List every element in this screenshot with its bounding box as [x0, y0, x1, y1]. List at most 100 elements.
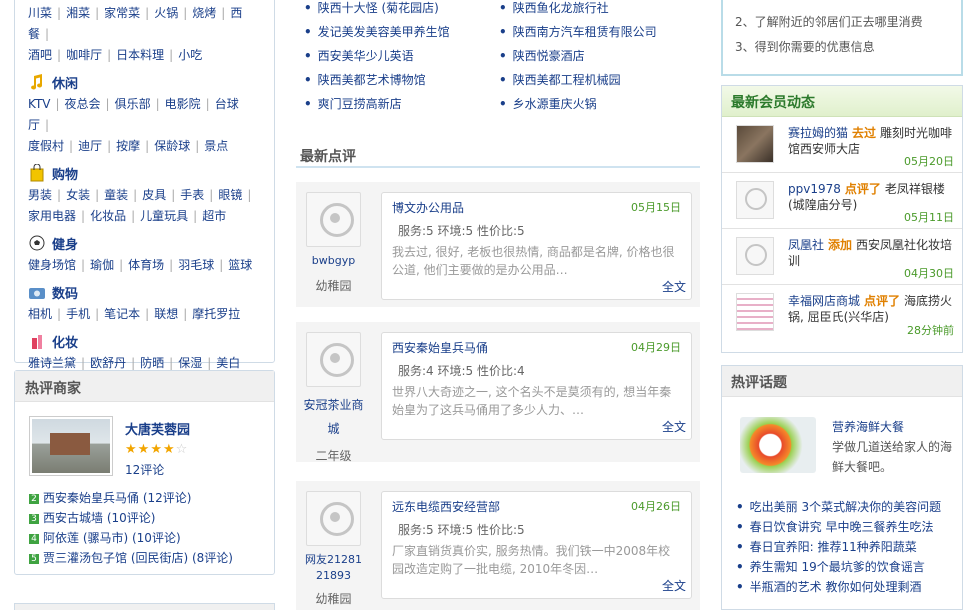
category-link[interactable]: 俱乐部 — [115, 97, 151, 111]
merchant-link[interactable]: 西安美华少儿英语 — [318, 49, 414, 63]
category-link[interactable]: KTV — [28, 97, 50, 111]
review-merchant[interactable]: 博文办公用品 — [392, 199, 464, 216]
category-link[interactable]: 咖啡厅 — [66, 48, 102, 62]
merchant-link[interactable]: 西安古城墙 (10评论) — [43, 511, 155, 525]
category-link[interactable]: 湘菜 — [66, 6, 90, 20]
review-user[interactable]: 安冠茶业商城 — [302, 393, 365, 441]
separator: | — [119, 258, 124, 272]
category-link[interactable]: 摩托罗拉 — [192, 307, 240, 321]
category-link[interactable]: 女装 — [66, 188, 90, 202]
category-link[interactable]: 家常菜 — [104, 6, 140, 20]
topic-title[interactable]: 营养海鲜大餐 — [832, 417, 958, 437]
merchant-link[interactable]: 发记美发美容美甲养生馆 — [318, 25, 450, 39]
category-link[interactable]: 篮球 — [228, 258, 252, 272]
category-link[interactable]: 欧舒丹 — [90, 356, 126, 370]
user-avatar[interactable] — [306, 332, 361, 387]
category-title[interactable]: 数码 — [52, 283, 78, 302]
user-avatar[interactable] — [736, 237, 774, 275]
activity-user[interactable]: 幸福网店商城 — [788, 294, 860, 308]
category-link[interactable]: 男装 — [28, 188, 52, 202]
category-link[interactable]: 体育场 — [128, 258, 164, 272]
category-link[interactable]: 美白 — [216, 356, 240, 370]
star-empty-icon: ☆ — [175, 442, 189, 457]
separator: | — [131, 356, 136, 370]
category-link[interactable]: 川菜 — [28, 6, 52, 20]
merchant-link[interactable]: 爽门豆捞高新店 — [318, 97, 402, 111]
category-link[interactable]: 保湿 — [178, 356, 202, 370]
category-link[interactable]: 儿童玩具 — [140, 209, 188, 223]
merchant-link[interactable]: 西安秦始皇兵马俑 (12评论) — [43, 491, 191, 505]
merchant-link[interactable]: 贾三灌汤包子馆 (回民街店) (8评论) — [43, 551, 233, 565]
user-avatar[interactable] — [306, 192, 361, 247]
category-link[interactable]: 童装 — [104, 188, 128, 202]
category-link[interactable]: 手机 — [66, 307, 90, 321]
category-link[interactable]: 羽毛球 — [178, 258, 214, 272]
merchant-link[interactable]: 阿依莲 (骡马市) (10评论) — [43, 531, 181, 545]
review-merchant[interactable]: 远东电缆西安经营部 — [392, 498, 500, 515]
merchant-rank-item[interactable]: 2 西安秦始皇兵马俑 (12评论) — [29, 488, 274, 508]
merchant-link[interactable]: 陕西美都艺术博物馆 — [318, 73, 426, 87]
category-link[interactable]: 景点 — [204, 139, 228, 153]
merchant-link[interactable]: 陕西十大怪 (菊花园店) — [318, 1, 439, 15]
category-title[interactable]: 休闲 — [52, 73, 78, 92]
full-text-link[interactable]: 全文 — [662, 418, 686, 435]
review-user[interactable]: 网友2128121893 — [302, 552, 365, 584]
topic-link[interactable]: 半瓶酒的艺术 教你如何处理剩酒 — [750, 580, 922, 594]
merchant-rank-item[interactable]: 5 贾三灌汤包子馆 (回民街店) (8评论) — [29, 548, 274, 568]
merchant-link[interactable]: 陕西鱼化龙旅行社 — [513, 1, 609, 15]
category-link[interactable]: 健身场馆 — [28, 258, 76, 272]
category-link[interactable]: 小吃 — [178, 48, 202, 62]
user-avatar[interactable] — [306, 491, 361, 546]
merchant-link[interactable]: 陕西美都工程机械园 — [513, 73, 621, 87]
review-merchant[interactable]: 西安秦始皇兵马俑 — [392, 339, 488, 356]
category-link[interactable]: 烧烤 — [192, 6, 216, 20]
activity-user[interactable]: 赛拉姆的猫 — [788, 126, 848, 140]
merchant-photo[interactable] — [29, 416, 113, 476]
full-text-link[interactable]: 全文 — [662, 278, 686, 295]
topic-image[interactable] — [740, 417, 816, 473]
user-avatar[interactable] — [736, 125, 774, 163]
topic-link[interactable]: 春日宜养阳: 推荐11种养阳蔬菜 — [750, 540, 917, 554]
topic-link[interactable]: 春日饮食讲究 早中晚三餐养生吃法 — [750, 520, 934, 534]
category-link[interactable]: 防晒 — [140, 356, 164, 370]
user-avatar[interactable] — [736, 181, 774, 219]
topic-link[interactable]: 吃出美丽 3个菜式解决你的美容问题 — [750, 500, 941, 514]
category-title[interactable]: 购物 — [52, 164, 78, 183]
category-link[interactable]: 按摩 — [116, 139, 140, 153]
review-count[interactable]: 12评论 — [125, 461, 190, 478]
category-link[interactable]: 迪厅 — [78, 139, 102, 153]
category-link[interactable]: 超市 — [202, 209, 226, 223]
category-link[interactable]: 手表 — [180, 188, 204, 202]
category-link[interactable]: 火锅 — [154, 6, 178, 20]
category-link[interactable]: 笔记本 — [104, 307, 140, 321]
category-link[interactable]: 电影院 — [165, 97, 201, 111]
merchant-rank-item[interactable]: 4 阿依莲 (骡马市) (10评论) — [29, 528, 274, 548]
category-link[interactable]: 眼镜 — [218, 188, 242, 202]
merchant-rank-item[interactable]: 3 西安古城墙 (10评论) — [29, 508, 274, 528]
category-link[interactable]: 相机 — [28, 307, 52, 321]
category-link[interactable]: 夜总会 — [65, 97, 101, 111]
review-item: 安冠茶业商城 二年级 西安秦始皇兵马俑 04月29日 服务:4 环境:5 性价比:… — [296, 322, 700, 463]
full-text-link[interactable]: 全文 — [662, 577, 686, 594]
category-title[interactable]: 化妆 — [52, 332, 78, 351]
category-link[interactable]: 雅诗兰黛 — [28, 356, 76, 370]
merchant-name[interactable]: 大唐芙蓉园 — [125, 419, 190, 438]
merchant-link[interactable]: 陕西悦豪酒店 — [513, 49, 585, 63]
category-title[interactable]: 健身 — [52, 234, 78, 253]
activity-user[interactable]: ppv1978 — [788, 182, 841, 196]
topic-link[interactable]: 养生需知 19个最坑爹的饮食谣言 — [750, 560, 925, 574]
category-link[interactable]: 日本料理 — [116, 48, 164, 62]
activity-user[interactable]: 凤凰社 — [788, 238, 824, 252]
category-link[interactable]: 酒吧 — [28, 48, 52, 62]
merchant-link[interactable]: 陕西南方汽车租赁有限公司 — [513, 25, 657, 39]
category-link[interactable]: 化妆品 — [90, 209, 126, 223]
category-link[interactable]: 度假村 — [28, 139, 64, 153]
merchant-link[interactable]: 乡水源重庆火锅 — [513, 97, 597, 111]
category-link[interactable]: 瑜伽 — [90, 258, 114, 272]
category-link[interactable]: 联想 — [154, 307, 178, 321]
category-link[interactable]: 家用电器 — [28, 209, 76, 223]
review-user[interactable]: bwbgyp — [302, 253, 365, 269]
user-avatar[interactable] — [736, 293, 774, 331]
category-link[interactable]: 皮具 — [142, 188, 166, 202]
category-link[interactable]: 保龄球 — [154, 139, 190, 153]
